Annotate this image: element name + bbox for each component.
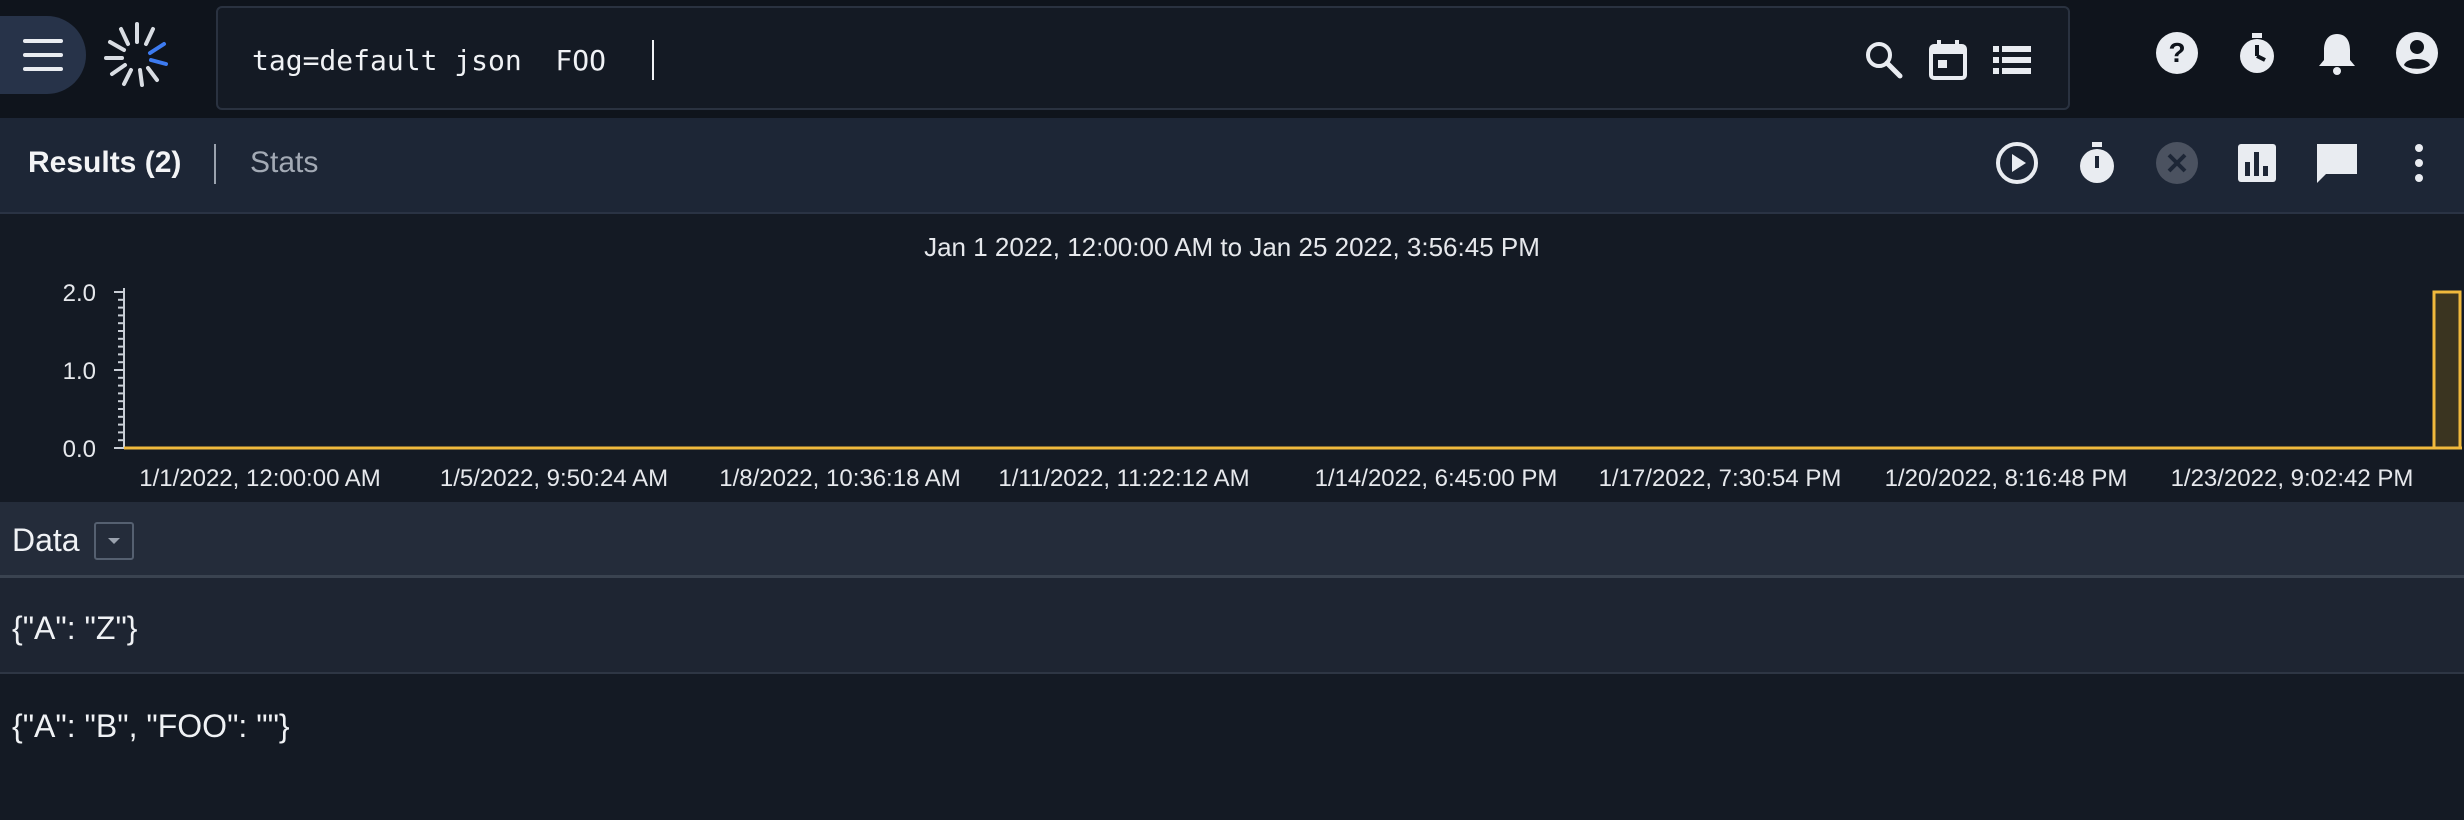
data-column-label: Data — [12, 522, 80, 558]
more-vertical-icon[interactable] — [2394, 138, 2444, 188]
table-row[interactable]: {"A": "Z"} — [0, 578, 2464, 674]
row-json: {"A": "B", "FOO": ""} — [12, 708, 290, 744]
text-caret — [652, 40, 654, 80]
help-icon[interactable]: ? — [2152, 28, 2202, 78]
histogram-svg: 2.0 1.0 0.0 1/1/2022, 12:00:00 AM 1/5/2022, … — [63, 280, 2462, 492]
search-icon[interactable] — [1862, 38, 1906, 82]
results-toolbar: Results (2) Stats — [0, 118, 2464, 214]
y-tick-label: 0.0 — [63, 436, 96, 463]
x-tick-label: 1/11/2022, 11:22:12 AM — [998, 465, 1249, 492]
column-dropdown-button[interactable] — [94, 522, 134, 560]
y-tick-label: 2.0 — [63, 280, 96, 307]
histogram-chart: Jan 1 2022, 12:00:00 AM to Jan 25 2022, … — [0, 214, 2464, 502]
app-logo-icon — [104, 22, 168, 87]
menu-button[interactable] — [0, 16, 86, 94]
svg-text:?: ? — [2168, 37, 2185, 68]
calendar-icon[interactable] — [1926, 38, 1970, 82]
chevron-down-icon — [108, 538, 120, 544]
data-column-header: Data — [0, 502, 2464, 578]
notifications-bell-icon[interactable] — [2312, 28, 2362, 78]
tab-stats[interactable]: Stats — [250, 146, 318, 180]
x-tick-label: 1/23/2022, 9:02:42 PM — [2171, 465, 2414, 492]
bar-chart-icon[interactable] — [2232, 138, 2282, 188]
x-tick-label: 1/1/2022, 12:00:00 AM — [139, 465, 381, 492]
comment-icon[interactable] — [2312, 138, 2362, 188]
x-tick-label: 1/8/2022, 10:36:18 AM — [719, 465, 961, 492]
histogram-bar — [2432, 290, 2462, 450]
x-tick-label: 1/17/2022, 7:30:54 PM — [1599, 465, 1842, 492]
account-icon[interactable] — [2392, 28, 2442, 78]
cancel-circle-icon — [2156, 142, 2198, 184]
history-timer-icon[interactable] — [2232, 28, 2282, 78]
play-circle-icon[interactable] — [1992, 138, 2042, 188]
row-json: {"A": "Z"} — [12, 610, 138, 646]
list-view-icon[interactable] — [1990, 38, 2034, 82]
top-bar: tag=default json FOO ? — [0, 0, 2464, 118]
tab-divider — [214, 144, 216, 184]
table-row[interactable]: {"A": "B", "FOO": ""} — [0, 676, 2464, 772]
y-tick-label: 1.0 — [63, 358, 96, 385]
search-input[interactable]: tag=default json FOO — [216, 6, 2070, 110]
stopwatch-icon[interactable] — [2072, 138, 2122, 188]
tab-results[interactable]: Results (2) — [28, 146, 181, 180]
hamburger-icon — [23, 39, 63, 71]
query-text: tag=default json FOO — [252, 44, 607, 77]
x-tick-label: 1/20/2022, 8:16:48 PM — [1885, 465, 2128, 492]
x-tick-label: 1/5/2022, 9:50:24 AM — [440, 465, 668, 492]
x-tick-label: 1/14/2022, 6:45:00 PM — [1315, 465, 1558, 492]
